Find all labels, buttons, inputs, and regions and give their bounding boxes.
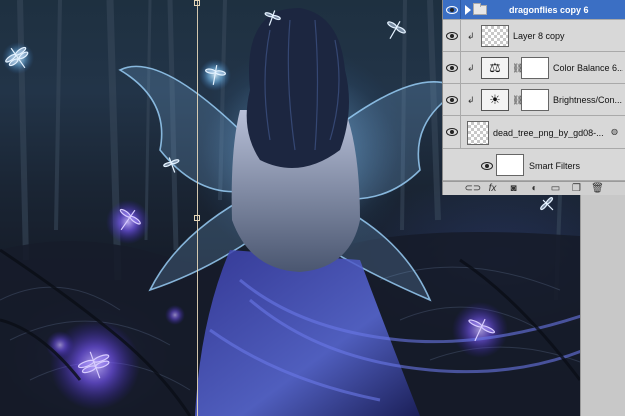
visibility-toggle[interactable]	[443, 0, 461, 19]
layer-row[interactable]: dead_tree_png_by_gd08-... ◍	[443, 116, 625, 149]
layer-mask-thumbnail[interactable]	[521, 89, 549, 111]
layer-thumbnail[interactable]	[467, 121, 489, 145]
sun-icon[interactable]: ☀	[481, 89, 509, 111]
layer-name: dead_tree_png_by_gd08-...	[493, 128, 604, 138]
layers-panel-footer: ⊂⊃ fx ◙ ◐ ▭ ❐ 🗑	[443, 181, 625, 195]
layers-panel: dragonflies copy 6 ↲ Layer 8 copy ↲ ⚖ ⛓ …	[442, 0, 625, 195]
transform-handle-top[interactable]	[194, 0, 200, 6]
eye-icon	[445, 63, 458, 72]
layer-name: Smart Filters	[529, 161, 581, 171]
eye-icon	[445, 31, 458, 40]
clipping-arrow-icon: ↲	[467, 63, 475, 73]
expand-triangle-icon[interactable]	[465, 5, 471, 15]
clipping-arrow-icon: ↲	[467, 31, 475, 41]
layer-name: dragonflies copy 6	[509, 5, 589, 15]
new-group-icon[interactable]: ▭	[549, 183, 563, 195]
layer-style-icon[interactable]: fx	[486, 183, 500, 195]
folder-icon	[473, 3, 487, 15]
visibility-toggle[interactable]	[443, 116, 461, 148]
visibility-toggle[interactable]	[443, 52, 461, 83]
layer-row[interactable]: ↲ ☀ ⛓ Brightness/Con...	[443, 84, 625, 116]
link-layers-icon[interactable]: ⊂⊃	[465, 183, 482, 195]
eye-icon	[445, 95, 458, 104]
new-layer-icon[interactable]: ❐	[570, 183, 584, 195]
layer-name: Layer 8 copy	[513, 31, 565, 41]
layer-name: Brightness/Con...	[553, 95, 623, 105]
visibility-toggle[interactable]	[443, 84, 461, 115]
clipping-arrow-icon: ↲	[467, 95, 475, 105]
transform-handle-middle[interactable]	[194, 215, 200, 221]
layer-row[interactable]: ↲ ⚖ ⛓ Color Balance 6...	[443, 52, 625, 84]
eye-icon	[445, 128, 458, 136]
workspace-background	[580, 195, 625, 416]
layer-row[interactable]: ↲ Layer 8 copy	[443, 20, 625, 52]
filter-mask-thumbnail[interactable]	[496, 154, 524, 176]
layer-name: Color Balance 6...	[553, 63, 623, 73]
layer-row-smart-filters[interactable]: Smart Filters	[443, 149, 625, 181]
visibility-spacer	[443, 149, 461, 180]
smart-filter-badge-icon: ◍	[611, 127, 618, 136]
trash-icon[interactable]: 🗑	[591, 183, 605, 195]
scales-icon[interactable]: ⚖	[481, 57, 509, 79]
layer-row-group[interactable]: dragonflies copy 6	[443, 0, 625, 20]
visibility-toggle[interactable]	[443, 20, 461, 51]
eye-icon[interactable]	[481, 162, 493, 170]
layer-mask-thumbnail[interactable]	[521, 57, 549, 79]
layer-thumbnail[interactable]	[481, 25, 509, 47]
adjustment-layer-icon[interactable]: ◐	[528, 183, 542, 195]
add-mask-icon[interactable]: ◙	[507, 183, 521, 195]
eye-icon	[445, 5, 458, 14]
guide-line[interactable]	[197, 0, 198, 416]
